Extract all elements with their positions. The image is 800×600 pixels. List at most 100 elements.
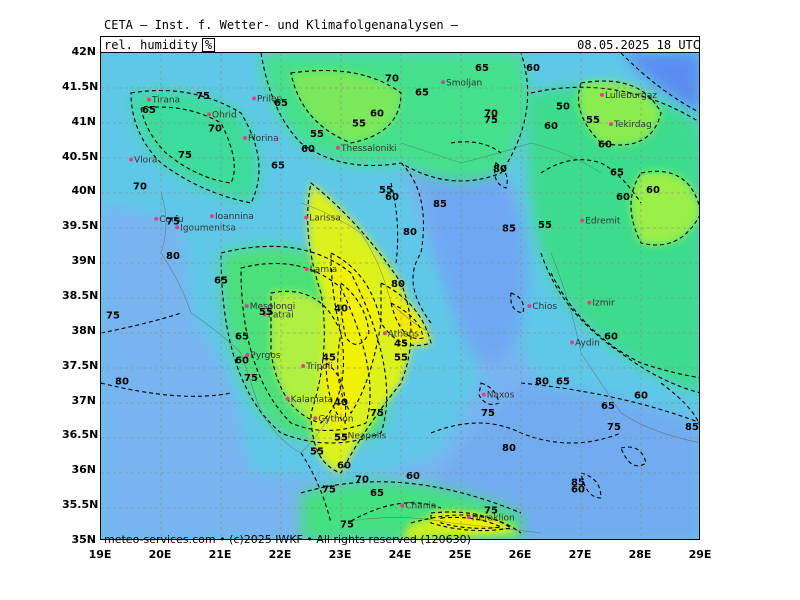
contour-value-label: 55 (310, 446, 324, 457)
contour-value-label: 60 (235, 356, 249, 367)
humidity-field (101, 53, 699, 539)
lat-tick-label: 41.5N (62, 79, 99, 93)
lat-tick-label: 38N (71, 323, 96, 337)
contour-value-label: 55 (310, 129, 324, 140)
contour-value-label: 65 (415, 87, 429, 98)
city-neapolis: Neapolis (342, 432, 387, 442)
contour-value-label: 45 (322, 352, 336, 363)
lat-tick-label: 40.5N (62, 149, 99, 163)
contour-value-label: 65 (610, 168, 624, 179)
parameter-name: rel. humidity (104, 38, 198, 52)
lat-tick-label: 37.5N (62, 358, 99, 372)
chart-title: CETA – Inst. f. Wetter- und Klimafolgena… (104, 18, 459, 32)
city-smoljan: Smoljan (441, 78, 482, 88)
city-label: Neapolis (348, 432, 387, 442)
contour-value-label: 60 (544, 121, 558, 132)
city-label: Gythion (318, 414, 353, 424)
lon-tick-label: 29E (688, 548, 712, 561)
lon-tick-label: 28E (628, 548, 652, 561)
contour-value-label: 75 (244, 373, 258, 384)
lon-tick-label: 21E (208, 548, 232, 561)
lat-tick-label: 39.5N (62, 219, 99, 233)
lat-tick-label: 37N (71, 393, 96, 407)
city-larissa: Larissa (304, 214, 341, 224)
contour-value-label: 50 (556, 101, 570, 112)
city-label: Edremit (585, 216, 621, 226)
city-label: Tripoli (305, 362, 333, 372)
city-ioannina: Ioannina (210, 212, 254, 222)
contour-value-label: 60 (301, 144, 315, 155)
contour-value-label: 75 (484, 115, 498, 126)
contour-value-label: 70 (355, 474, 369, 485)
map-canvas: TiranaOhridPrilepFlorinaThessalonikiSmol… (101, 53, 699, 539)
lat-tick-label: 36N (71, 463, 96, 477)
lon-tick-label: 23E (328, 548, 352, 561)
city-dot (285, 396, 290, 401)
city-label: Florina (248, 134, 279, 144)
contour-value-label: 70 (385, 73, 399, 84)
city-label: Lamia (310, 265, 337, 275)
city-dot (304, 215, 309, 220)
contour-value-label: 60 (646, 185, 660, 196)
contour-value-label: 60 (337, 460, 351, 471)
city-dot (207, 112, 211, 117)
contour-value-label: 75 (196, 91, 210, 102)
contour-value-label: 55 (352, 119, 366, 130)
city-vlora: Vlora (129, 156, 157, 166)
city-label: Chios (532, 302, 557, 312)
city-lamia: Lamia (304, 265, 337, 275)
contour-value-label: 60 (598, 140, 612, 151)
city-lulleburgaz: Lulleburgaz (600, 91, 657, 101)
city-dot (336, 145, 340, 150)
city-edremit: Edremit (580, 216, 621, 226)
contour-value-label: 85 (433, 199, 447, 210)
contour-value-label: 60 (370, 108, 384, 119)
city-gythion: Gythion (313, 414, 353, 424)
city-label: Naxos (487, 391, 515, 401)
humidity-map: Tirana Ohrid Prilep Florina Thessaloniki Smol… (100, 52, 700, 540)
contour-value-label: 70 (133, 181, 147, 192)
city-dot (252, 96, 256, 101)
contour-value-label: 80 (403, 227, 417, 238)
lon-tick-label: 19E (88, 548, 112, 561)
city-thessaloniki: Thessaloniki (336, 144, 397, 154)
contour-value-label: 55 (538, 220, 552, 231)
contour-value-label: 75 (178, 150, 192, 161)
lon-tick-label: 20E (148, 548, 172, 561)
city-dot (527, 304, 532, 309)
lat-tick-label: 40N (71, 184, 96, 198)
city-dot (481, 392, 486, 397)
city-label: Larissa (309, 214, 341, 224)
city-label: Izmir (592, 299, 615, 309)
city-dot (600, 92, 604, 97)
contour-value-label: 75 (106, 310, 120, 321)
contour-value-label: 65 (556, 377, 570, 388)
lon-tick-label: 22E (268, 548, 292, 561)
contour-value-label: 85 (685, 422, 699, 433)
lon-tick-label: 25E (448, 548, 472, 561)
contour-value-label: 85 (502, 223, 516, 234)
lat-tick-label: 39N (71, 254, 96, 268)
lat-tick-label: 42N (71, 45, 96, 58)
city-dot (154, 216, 159, 221)
city-label: Aydin (575, 338, 600, 348)
contour-value-label: 75 (166, 216, 180, 227)
city-label: Smoljan (446, 78, 482, 88)
lat-tick-label: 38.5N (62, 289, 99, 302)
contour-value-label: 65 (142, 105, 156, 116)
contour-value-label: 80 (535, 377, 549, 388)
contour-value-label: 80 (493, 164, 507, 175)
city-dot (570, 340, 574, 345)
unit-box: % (201, 38, 216, 52)
contour-value-label: 60 (526, 63, 540, 74)
city-dot (243, 136, 247, 141)
contour-value-label: 75 (484, 506, 498, 517)
city-pyrgos: Pyrgos (245, 351, 281, 361)
city-dot (466, 515, 471, 520)
contour-value-label: 60 (616, 192, 630, 203)
city-label: Chania (405, 501, 436, 511)
contour-value-label: 75 (322, 485, 336, 496)
contour-value-label: 60 (571, 485, 585, 496)
city-dot (587, 300, 592, 305)
city-kalamata: Kalamata (285, 395, 333, 405)
